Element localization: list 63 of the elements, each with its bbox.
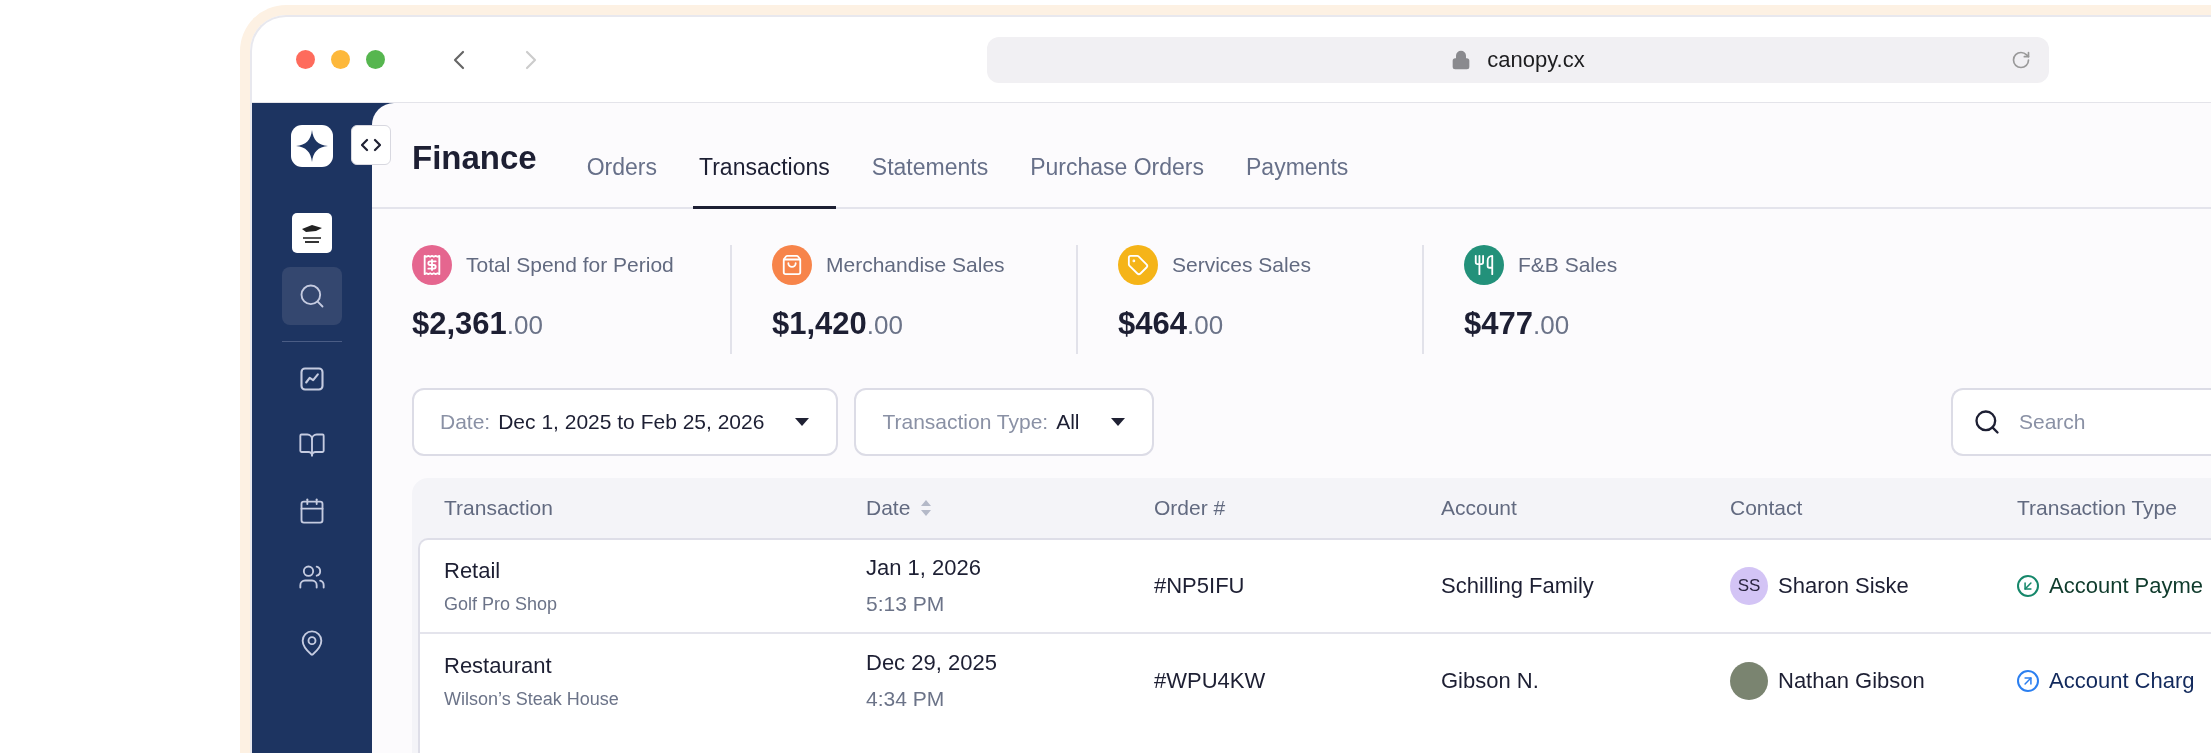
calendar-icon bbox=[298, 497, 326, 525]
order-number: #NP5IFU bbox=[1154, 573, 1245, 598]
transaction-name: Restaurant bbox=[444, 651, 553, 680]
order-number: #WPU4KW bbox=[1154, 668, 1266, 693]
address-bar[interactable]: canopy.cx bbox=[987, 36, 2049, 83]
tab[interactable]: Purchase Orders bbox=[1024, 129, 1210, 209]
shopping-bag-icon bbox=[781, 254, 803, 276]
stat-label: Merchandise Sales bbox=[826, 252, 1005, 279]
venue-logo-icon[interactable] bbox=[292, 213, 332, 253]
column-header: Account bbox=[1441, 494, 1517, 521]
account-name: Schilling Family bbox=[1441, 573, 1594, 598]
column-header: Order # bbox=[1154, 494, 1226, 521]
sidebar-nav-button[interactable] bbox=[282, 267, 342, 325]
transaction-location: Wilson’s Steak House bbox=[444, 687, 620, 711]
tab[interactable]: Transactions bbox=[693, 129, 836, 209]
stat-value: $464.00 bbox=[1118, 305, 1225, 343]
url-text: canopy.cx bbox=[1487, 46, 1585, 74]
arrow-up-right-icon bbox=[2017, 669, 2039, 692]
transaction-type: Account Payme bbox=[2049, 572, 2204, 600]
arrow-down-left-icon bbox=[2017, 574, 2039, 597]
transaction-time: 4:34 PM bbox=[866, 686, 946, 713]
search-field[interactable]: Search bbox=[1951, 387, 2211, 456]
contact-name: Sharon Siske bbox=[1778, 572, 1909, 600]
transaction-time: 5:13 PM bbox=[866, 591, 946, 618]
tab[interactable]: Payments bbox=[1240, 129, 1355, 209]
column-header: Transaction Type bbox=[2017, 494, 2177, 521]
people-icon bbox=[298, 563, 326, 591]
contact-name: Nathan Gibson bbox=[1778, 667, 1925, 695]
tag-icon bbox=[1127, 254, 1149, 276]
tab[interactable]: Statements bbox=[865, 129, 995, 209]
collapse-sidebar-button[interactable] bbox=[351, 125, 391, 165]
search-icon bbox=[1973, 407, 2001, 436]
tab[interactable]: Orders bbox=[580, 129, 663, 209]
stat-label: Total Spend for Period bbox=[466, 252, 674, 279]
utensils-icon bbox=[1473, 254, 1495, 276]
stat-label: Services Sales bbox=[1172, 252, 1311, 279]
receipt-icon bbox=[421, 254, 443, 276]
caret-icon bbox=[794, 416, 811, 427]
column-header: Contact bbox=[1730, 494, 1803, 521]
line-chart-icon bbox=[298, 365, 326, 393]
contact-avatar: SS bbox=[1730, 566, 1768, 605]
column-header: Date bbox=[866, 494, 911, 521]
transaction-date: Jan 1, 2026 bbox=[866, 554, 982, 583]
stat-label: F&B Sales bbox=[1518, 252, 1618, 279]
transaction-type: Account Charg bbox=[2049, 667, 2195, 695]
filter-dropdown[interactable]: Transaction Type: All bbox=[854, 387, 1154, 456]
search-icon bbox=[298, 282, 326, 310]
avatar-photo-placeholder bbox=[1730, 661, 1768, 700]
lock-icon bbox=[1451, 49, 1472, 70]
app-logo-icon bbox=[291, 125, 333, 167]
column-header: Transaction bbox=[444, 494, 553, 521]
stat-value: $477.00 bbox=[1464, 305, 1571, 343]
account-name: Gibson N. bbox=[1441, 668, 1539, 693]
filter-dropdown[interactable]: Date: Dec 1, 2025 to Feb 25, 2026 bbox=[412, 387, 839, 456]
transaction-location: Golf Pro Shop bbox=[444, 592, 559, 616]
stat-value: $2,361.00 bbox=[412, 305, 544, 343]
stat-value: $1,420.00 bbox=[772, 305, 904, 343]
code-brackets-icon bbox=[361, 138, 381, 152]
transaction-date: Dec 29, 2025 bbox=[866, 649, 998, 678]
transaction-name: Retail bbox=[444, 556, 502, 585]
book-icon bbox=[298, 431, 326, 459]
caret-icon bbox=[1109, 416, 1126, 427]
page-title: Finance bbox=[412, 138, 537, 179]
